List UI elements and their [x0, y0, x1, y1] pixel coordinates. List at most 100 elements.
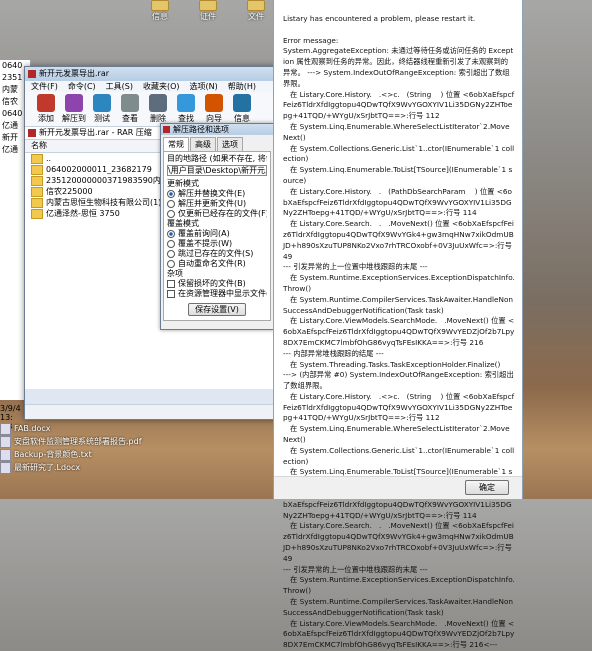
radio-label: 覆盖前询问(A) — [178, 229, 230, 238]
view-icon — [121, 94, 139, 112]
test-icon — [93, 94, 111, 112]
menu-command[interactable]: 命令(C) — [68, 81, 96, 92]
save-settings-button[interactable]: 保存设置(V) — [188, 303, 246, 316]
rar-status-bar — [25, 404, 279, 419]
radio-extract-replace[interactable]: 解压并替换文件(E) — [167, 189, 267, 199]
radio-selected-icon — [167, 190, 175, 198]
target-path-label: 目的地路径 (如果不存在, 将创建) (P) — [167, 154, 267, 163]
document-icon — [0, 461, 11, 474]
error-footer: 确定 — [274, 476, 522, 499]
radio-icon — [167, 210, 175, 218]
folder-icon — [31, 197, 43, 208]
test-button[interactable]: 测试 — [89, 92, 115, 126]
delete-icon — [149, 94, 167, 112]
radio-ask-before[interactable]: 覆盖前询问(A) — [167, 229, 267, 239]
view-button[interactable]: 查看 — [117, 92, 143, 126]
folder-icon — [31, 186, 43, 197]
checkbox-icon — [167, 280, 175, 288]
find-button[interactable]: 查找 — [173, 92, 199, 126]
checkbox-keep-broken[interactable]: 保留损坏的文件(B) — [167, 279, 267, 289]
rar-archive-icon — [28, 129, 36, 137]
desktop-icon-label: 证件 — [200, 12, 216, 21]
menu-options[interactable]: 选项(N) — [190, 81, 218, 92]
extract-label: 解压到 — [62, 114, 86, 123]
folder-icon — [247, 0, 265, 11]
error-window: Listary has encountered a problem, pleas… — [273, 0, 523, 649]
ok-button[interactable]: 确定 — [465, 480, 509, 495]
radio-selected-icon — [167, 230, 175, 238]
menu-help[interactable]: 帮助(H) — [228, 81, 256, 92]
rar-title: 新开元发票导出.rar — [39, 69, 110, 78]
add-button[interactable]: 添加 — [33, 92, 59, 126]
error-message-text: Listary has encountered a problem, pleas… — [283, 14, 515, 650]
search-icon — [177, 94, 195, 112]
desktop-file-label: FAB.docx — [14, 424, 51, 433]
folder-icon — [151, 0, 169, 11]
list-item-label: 064002000011_23682179 — [46, 165, 152, 174]
dialog-title: 解压路径和选项 — [173, 125, 229, 134]
radio-auto-rename[interactable]: 自动重命名文件(R) — [167, 259, 267, 269]
desktop-file[interactable]: 安盘软件监测管理系统部署报告.pdf — [0, 435, 150, 448]
desktop-file-list: FAB.docx 安盘软件监测管理系统部署报告.pdf Backup-背景颜色.… — [0, 422, 150, 474]
delete-button[interactable]: 删除 — [145, 92, 171, 126]
checkbox-show-in-explorer[interactable]: 在资源管理器中显示文件(X) — [167, 289, 267, 299]
desktop-icon[interactable]: 证件 — [188, 0, 228, 22]
update-mode-label: 更新模式 — [167, 179, 199, 188]
extract-options-dialog: 解压路径和选项 常规 高级 选项 目的地路径 (如果不存在, 将创建) (P) … — [160, 123, 274, 330]
radio-label: 解压并替换文件(E) — [178, 189, 246, 198]
rar-titlebar[interactable]: 新开元发票导出.rar — [25, 67, 279, 81]
text-file-icon — [0, 448, 11, 461]
desktop-icon-label: 信息 — [152, 12, 168, 21]
radio-icon — [167, 240, 175, 248]
desktop-file[interactable]: FAB.docx — [0, 422, 150, 435]
radio-icon — [167, 260, 175, 268]
radio-icon — [167, 200, 175, 208]
rar-address-text: 新开元发票导出.rar - RAR 压缩 — [39, 128, 152, 137]
checkbox-label: 在资源管理器中显示文件(X) — [178, 289, 267, 298]
dialog-tabs: 常规 高级 选项 — [161, 135, 273, 151]
desktop-icon[interactable]: 文件 — [236, 0, 276, 22]
wizard-button[interactable]: 向导 — [201, 92, 227, 126]
radio-label: 解压并更新文件(U) — [178, 199, 247, 208]
desktop-file-label: 最新研究了.Ldocx — [14, 463, 81, 472]
document-icon — [0, 422, 11, 435]
overwrite-mode-label: 覆盖模式 — [167, 219, 199, 228]
rar-archive-icon — [163, 126, 170, 133]
add-archive-icon — [37, 94, 55, 112]
desktop-icon[interactable]: 信息 — [140, 0, 180, 22]
menu-tools[interactable]: 工具(S) — [106, 81, 133, 92]
tab-advanced[interactable]: 高级 — [190, 137, 216, 151]
rar-toolbar: 添加 解压到 测试 查看 删除 查找 向导 信息 — [25, 92, 279, 127]
misc-label: 杂项 — [167, 269, 183, 278]
desktop-icon-label: 文件 — [248, 12, 264, 21]
info-button[interactable]: 信息 — [229, 92, 255, 126]
desktop-file[interactable]: 最新研究了.Ldocx — [0, 461, 150, 474]
tab-options[interactable]: 选项 — [217, 137, 243, 151]
radio-icon — [167, 250, 175, 258]
list-item-label: 亿通泽然-思恒 3750 — [46, 209, 120, 218]
folder-icon — [199, 0, 217, 11]
folder-icon — [31, 208, 43, 219]
desktop-file-label: 安盘软件监测管理系统部署报告.pdf — [14, 437, 142, 446]
radio-overwrite-silent[interactable]: 覆盖不提示(W) — [167, 239, 267, 249]
desktop-file[interactable]: Backup-背景颜色.txt — [0, 448, 150, 461]
desktop-file-label: Backup-背景颜色.txt — [14, 450, 92, 459]
menu-file[interactable]: 文件(F) — [31, 81, 58, 92]
extract-icon — [65, 94, 83, 112]
radio-label: 仅更新已经存在的文件(F) — [178, 209, 267, 218]
wizard-icon — [205, 94, 223, 112]
desktop-top-icons: 信息 证件 文件 — [140, 0, 280, 22]
menu-favorites[interactable]: 收藏夹(O) — [143, 81, 180, 92]
tab-general[interactable]: 常规 — [163, 137, 189, 151]
pdf-icon — [0, 435, 11, 448]
test-label: 测试 — [94, 114, 110, 123]
dialog-titlebar[interactable]: 解压路径和选项 — [161, 124, 273, 135]
radio-skip-existing[interactable]: 跳过已存在的文件(S) — [167, 249, 267, 259]
radio-extract-update[interactable]: 解压并更新文件(U) — [167, 199, 267, 209]
radio-fresh-existing[interactable]: 仅更新已经存在的文件(F) — [167, 209, 267, 219]
radio-label: 自动重命名文件(R) — [178, 259, 246, 268]
dialog-body: 目的地路径 (如果不存在, 将创建) (P) \用户目录\Desktop\新开元… — [163, 151, 271, 321]
add-label: 添加 — [38, 114, 54, 123]
extract-to-button[interactable]: 解压到 — [61, 92, 87, 126]
target-path-input[interactable]: \用户目录\Desktop\新开元发票导出 — [167, 165, 267, 176]
